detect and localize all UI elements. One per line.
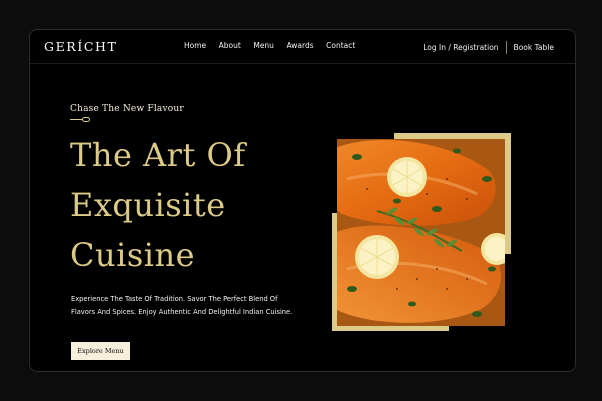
main-nav: Home About Menu Awards Contact (184, 41, 368, 50)
nav-contact[interactable]: Contact (326, 41, 355, 50)
hero-title-line: The Art Of (70, 136, 246, 174)
auth-links: Log In / Registration Book Table (423, 41, 554, 54)
hero-food-image (337, 139, 505, 326)
hero-title: The Art Of Exquisite Cuisine (70, 130, 246, 280)
login-link[interactable]: Log In / Registration (423, 43, 498, 52)
nav-about[interactable]: About (219, 41, 241, 50)
auth-divider (505, 41, 507, 54)
spoon-icon (70, 116, 90, 123)
nav-menu[interactable]: Menu (253, 41, 274, 50)
book-table-link[interactable]: Book Table (514, 43, 554, 52)
hero-title-line: Exquisite (70, 186, 226, 224)
hero-title-line: Cuisine (70, 236, 196, 274)
nav-home[interactable]: Home (184, 41, 206, 50)
navbar: GERÍCHT Home About Menu Awards Contact L… (30, 30, 575, 64)
browser-frame: GERÍCHT Home About Menu Awards Contact L… (29, 29, 576, 372)
nav-awards[interactable]: Awards (286, 41, 313, 50)
hero-description: Experience The Taste Of Tradition. Savor… (71, 295, 293, 316)
logo[interactable]: GERÍCHT (44, 39, 117, 54)
explore-menu-button[interactable]: Explore Menu (71, 342, 130, 360)
hero-subtitle: Chase The New Flavour (70, 104, 184, 114)
